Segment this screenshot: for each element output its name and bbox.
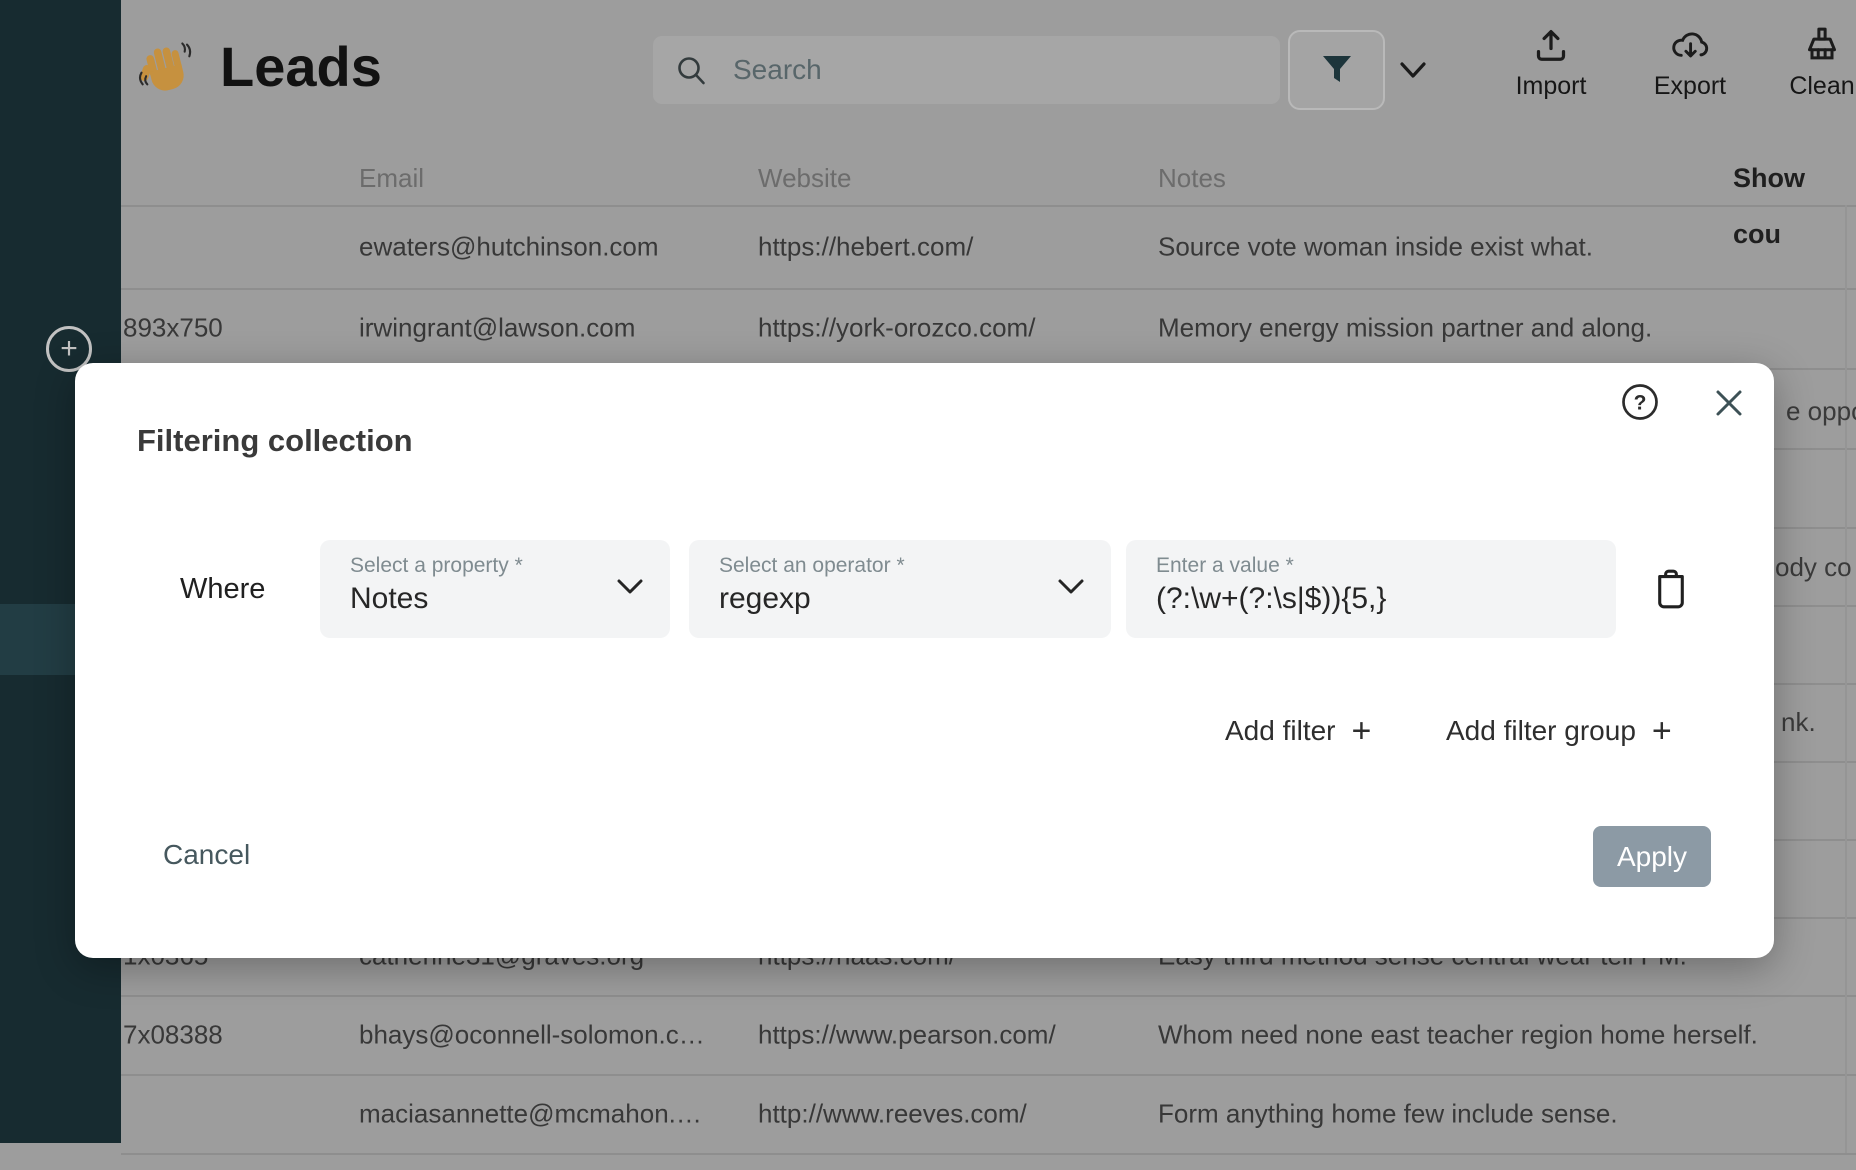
waving-hand-icon [138, 40, 194, 96]
page-title: Leads [220, 34, 382, 99]
apply-label: Apply [1617, 841, 1687, 873]
import-button[interactable]: Import [1501, 26, 1601, 101]
cell-website[interactable]: https://hebert.com/ [758, 231, 973, 262]
cell-notes[interactable]: Form anything home few include sense. [1158, 1098, 1618, 1129]
add-filter-label: Add filter [1225, 715, 1336, 747]
funnel-icon [1321, 55, 1353, 85]
search-icon [675, 54, 709, 88]
dialog-title: Filtering collection [137, 423, 413, 459]
help-icon[interactable]: ? [1619, 381, 1661, 423]
occluded-notes-fragment: nk. [1781, 707, 1816, 738]
filter-dialog: Filtering collection ? Where Select a pr… [75, 363, 1774, 958]
upload-icon [1531, 26, 1571, 66]
show-count-label[interactable]: Show cou [1733, 150, 1856, 206]
plus-icon: + [1652, 714, 1672, 748]
table-row[interactable]: 893x750 irwingrant@lawson.com https://yo… [0, 288, 1856, 368]
operator-select[interactable]: Select an operator * regexp [689, 540, 1111, 638]
cell-id[interactable]: 7x08388 [123, 1019, 223, 1050]
cell-notes[interactable]: Whom need none east teacher region home … [1158, 1019, 1758, 1050]
property-select[interactable]: Select a property * Notes [320, 540, 670, 638]
value-input[interactable]: Enter a value * (?:\w+(?:\s|$)){5,} [1126, 540, 1616, 638]
close-icon[interactable] [1713, 387, 1745, 419]
app-window: Leads Search Import Export [0, 0, 1856, 1170]
chevron-down-icon [1057, 578, 1085, 596]
cell-notes[interactable]: Memory energy mission partner and along. [1158, 313, 1652, 344]
cell-website[interactable]: https://www.pearson.com/ [758, 1019, 1056, 1050]
filter-chevron-down-icon[interactable] [1398, 60, 1428, 82]
chevron-down-icon [616, 578, 644, 596]
plus-icon: + [1352, 714, 1372, 748]
export-button[interactable]: Export [1640, 26, 1740, 101]
table-row[interactable]: 7x08388 bhays@oconnell-solomon.c… https:… [0, 995, 1856, 1074]
cell-id[interactable]: 893x750 [123, 313, 223, 344]
value-input-value: (?:\w+(?:\s|$)){5,} [1156, 582, 1616, 616]
add-filter-group-button[interactable]: Add filter group + [1446, 711, 1672, 751]
cell-website[interactable]: http://www.reeves.com/ [758, 1098, 1027, 1129]
add-filter-group-label: Add filter group [1446, 715, 1636, 747]
column-header-notes[interactable]: Notes [1158, 150, 1226, 206]
cell-email[interactable]: maciasannette@mcmahon.… [359, 1098, 702, 1129]
broom-icon [1802, 26, 1842, 66]
table-row[interactable]: maciasannette@mcmahon.… http://www.reeve… [0, 1074, 1856, 1153]
filter-button[interactable] [1288, 30, 1385, 110]
search-placeholder: Search [733, 36, 822, 104]
occluded-notes-fragment: e oppo [1786, 396, 1856, 427]
clean-button[interactable]: Clean [1772, 26, 1856, 101]
search-input[interactable]: Search [653, 36, 1280, 104]
property-select-label: Select a property * [350, 554, 670, 578]
operator-select-label: Select an operator * [719, 554, 1111, 578]
add-filter-button[interactable]: Add filter + [1225, 711, 1371, 751]
svg-text:?: ? [1634, 392, 1647, 415]
operator-select-value: regexp [719, 582, 1111, 616]
value-input-label: Enter a value * [1156, 554, 1616, 578]
cell-email[interactable]: irwingrant@lawson.com [359, 313, 635, 344]
occluded-notes-fragment: ody co [1775, 552, 1852, 583]
where-label: Where [180, 573, 265, 606]
plus-icon: + [60, 334, 78, 364]
export-label: Export [1654, 72, 1726, 101]
cancel-button[interactable]: Cancel [163, 839, 250, 871]
cell-email[interactable]: ewaters@hutchinson.com [359, 231, 659, 262]
column-header-email[interactable]: Email [359, 150, 424, 206]
cloud-download-icon [1669, 26, 1711, 66]
clean-label: Clean [1789, 72, 1854, 101]
delete-filter-icon[interactable] [1652, 567, 1690, 611]
column-header-website[interactable]: Website [758, 150, 851, 206]
cell-email[interactable]: bhays@oconnell-solomon.c… [359, 1019, 705, 1050]
row-divider [121, 1153, 1856, 1155]
import-label: Import [1516, 72, 1587, 101]
apply-button[interactable]: Apply [1593, 826, 1711, 887]
cell-notes[interactable]: Source vote woman inside exist what. [1158, 231, 1593, 262]
table-row[interactable]: ewaters@hutchinson.com https://hebert.co… [0, 205, 1856, 288]
cell-website[interactable]: https://york-orozco.com/ [758, 313, 1035, 344]
